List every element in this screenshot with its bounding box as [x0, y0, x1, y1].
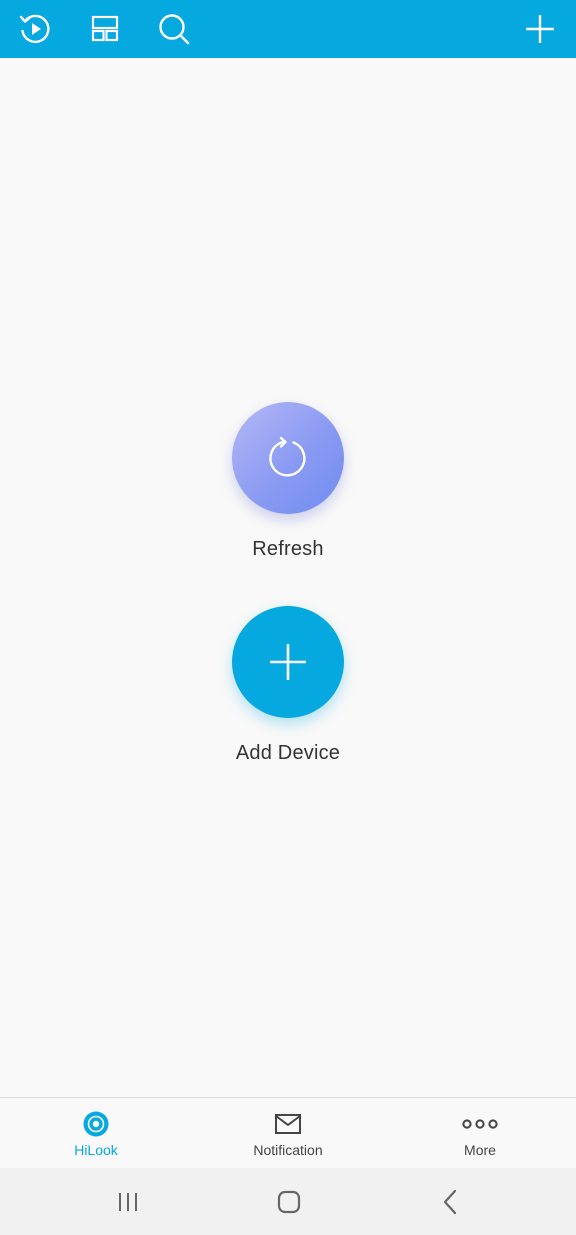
hilook-icon-wrap	[82, 1110, 110, 1138]
recent-apps-icon	[119, 1193, 137, 1211]
nav-item-more[interactable]: More	[384, 1098, 576, 1168]
main-content: Refresh Add Device	[0, 58, 576, 1097]
refresh-icon	[269, 436, 306, 477]
envelope-icon-wrap	[274, 1110, 302, 1138]
home-icon	[277, 1190, 301, 1214]
home-button[interactable]	[259, 1182, 319, 1222]
top-app-bar	[0, 0, 576, 58]
add-device-label: Add Device	[235, 742, 341, 764]
plus-icon	[270, 644, 306, 680]
refresh-button[interactable]	[232, 402, 344, 514]
refresh-action: Refresh	[0, 402, 576, 561]
add-device-button[interactable]	[232, 606, 344, 718]
nav-item-notification[interactable]: Notification	[192, 1098, 384, 1168]
playback-button[interactable]	[15, 9, 55, 49]
playback-icon	[19, 14, 50, 44]
back-button[interactable]	[420, 1182, 480, 1222]
more-icon-wrap	[461, 1110, 499, 1138]
layout-icon	[91, 15, 119, 42]
back-icon	[443, 1189, 457, 1215]
nav-label-hilook: HiLook	[74, 1142, 118, 1158]
add-icon	[526, 15, 554, 43]
nav-item-hilook[interactable]: HiLook	[0, 1098, 192, 1168]
hilook-icon	[83, 1111, 109, 1137]
search-button[interactable]	[154, 9, 194, 49]
system-navigation-bar	[0, 1168, 576, 1235]
recent-apps-button[interactable]	[98, 1182, 158, 1222]
nav-label-more: More	[464, 1142, 496, 1158]
more-dots-icon	[462, 1119, 498, 1129]
layout-button[interactable]	[85, 9, 125, 49]
envelope-icon	[275, 1114, 301, 1134]
refresh-label: Refresh	[252, 538, 324, 560]
add-button[interactable]	[520, 9, 560, 49]
search-icon	[159, 14, 190, 45]
nav-label-notification: Notification	[253, 1142, 323, 1158]
bottom-navigation: HiLook Notification More	[0, 1097, 576, 1168]
add-device-action: Add Device	[0, 606, 576, 765]
